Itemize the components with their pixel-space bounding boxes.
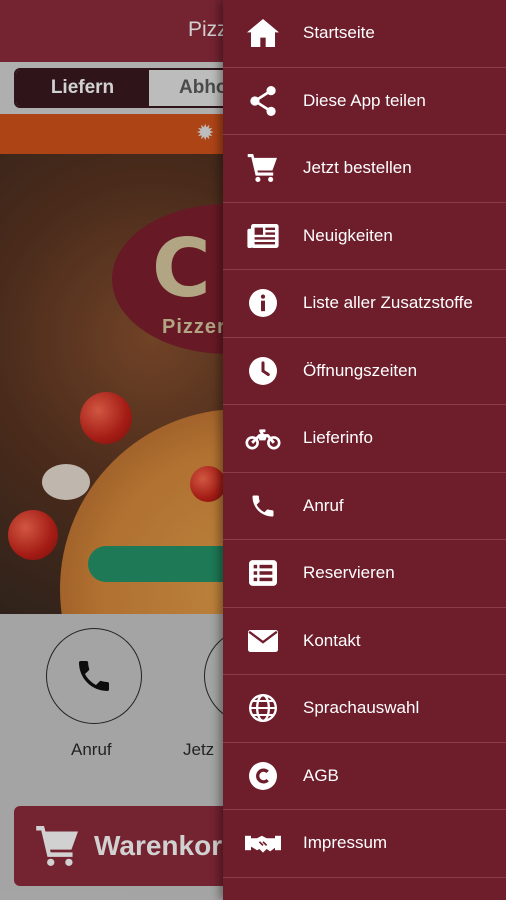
menu-label: Öffnungszeiten xyxy=(303,360,418,380)
menu-label: Jetzt bestellen xyxy=(303,158,412,178)
menu-label: Anruf xyxy=(303,495,344,515)
phone-icon xyxy=(252,495,274,517)
menu-item-call[interactable]: Anruf xyxy=(223,473,506,540)
menu-label: Lieferinfo xyxy=(303,428,373,448)
copyright-icon xyxy=(249,761,277,790)
menu-item-news[interactable]: Neuigkeiten xyxy=(223,203,506,270)
menu-label: Liste aller Zusatzstoffe xyxy=(303,293,473,313)
newspaper-icon xyxy=(247,223,279,248)
menu-label: Reservieren xyxy=(303,563,395,583)
menu-label: Startseite xyxy=(303,23,375,43)
menu-item-language[interactable]: Sprachauswahl xyxy=(223,675,506,743)
navigation-drawer: Startseite Diese App teilen Jetzt bestel… xyxy=(223,0,506,900)
menu-item-delivery-info[interactable]: Lieferinfo xyxy=(223,405,506,473)
menu-item-opening-hours[interactable]: Öffnungszeiten xyxy=(223,338,506,405)
menu-item-startseite[interactable]: Startseite xyxy=(223,0,506,68)
menu-item-reserve[interactable]: Reservieren xyxy=(223,540,506,608)
home-icon xyxy=(247,19,279,48)
menu-item-contact[interactable]: Kontakt xyxy=(223,608,506,675)
motorcycle-icon xyxy=(245,429,281,450)
cart-icon xyxy=(247,154,277,183)
app-screen: Pizz Liefern Abho ✹ C Pizzer Anruf Jetz xyxy=(0,0,506,900)
handshake-icon xyxy=(245,836,281,853)
menu-label: AGB xyxy=(303,765,339,785)
menu-label: Kontakt xyxy=(303,630,361,650)
envelope-icon xyxy=(248,629,278,652)
menu-label: Diese App teilen xyxy=(303,90,426,110)
menu-label: Sprachauswahl xyxy=(303,698,420,718)
list-icon xyxy=(249,560,277,587)
globe-icon xyxy=(249,694,277,723)
menu-item-additives[interactable]: Liste aller Zusatzstoffe xyxy=(223,270,506,338)
menu-item-terms[interactable]: AGB xyxy=(223,743,506,810)
clock-icon xyxy=(249,356,277,385)
share-icon xyxy=(250,85,276,116)
menu-item-imprint[interactable]: Impressum xyxy=(223,810,506,878)
menu-label: Impressum xyxy=(303,833,388,853)
menu-item-order[interactable]: Jetzt bestellen xyxy=(223,135,506,203)
menu-label: Neuigkeiten xyxy=(303,225,393,245)
menu-item-share[interactable]: Diese App teilen xyxy=(223,68,506,135)
info-icon xyxy=(249,289,277,318)
